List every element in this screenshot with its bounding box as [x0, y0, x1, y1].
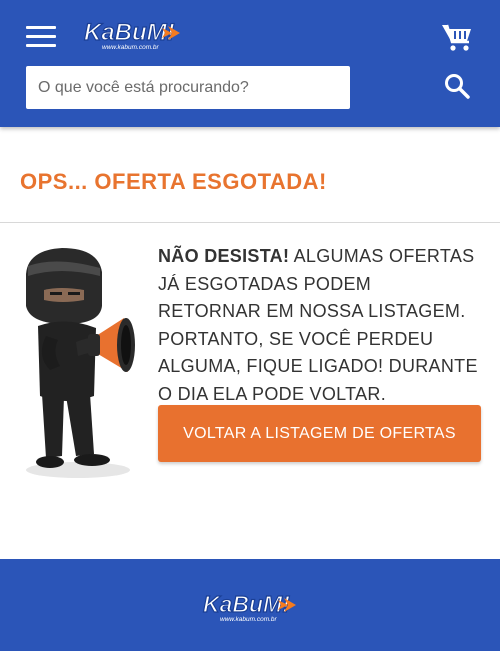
search-box	[26, 66, 350, 109]
shopping-cart-icon[interactable]	[441, 22, 473, 52]
ninja-mascot-icon	[26, 248, 135, 478]
divider	[0, 222, 500, 223]
message-body-text: ALGUMAS OFERTAS JÁ ESGOTADAS PODEM RETOR…	[158, 246, 478, 404]
kabum-logo[interactable]: KaBuM! www.kabum.com.br	[80, 16, 184, 56]
search-input[interactable]	[26, 66, 350, 109]
logo-text: KaBuM!	[84, 19, 175, 46]
logo-url-text: www.kabum.com.br	[102, 44, 160, 51]
search-icon[interactable]	[443, 72, 471, 100]
out-of-stock-message: NÃO DESISTA! ALGUMAS OFERTAS JÁ ESGOTADA…	[158, 243, 478, 408]
hamburger-menu-icon[interactable]	[26, 26, 56, 48]
message-strong-text: NÃO DESISTA!	[158, 246, 290, 266]
footer-logo-text: KaBuM!	[203, 591, 290, 617]
header: KaBuM! www.kabum.com.br	[0, 0, 500, 127]
footer-kabum-logo[interactable]: KaBuM! www.kabum.com.br	[200, 588, 300, 628]
footer-logo-url-text: www.kabum.com.br	[220, 616, 278, 623]
back-to-offers-button[interactable]: VOLTAR A LISTAGEM DE OFERTAS	[158, 405, 481, 462]
page-title: OPS... OFERTA ESGOTADA!	[20, 169, 327, 194]
